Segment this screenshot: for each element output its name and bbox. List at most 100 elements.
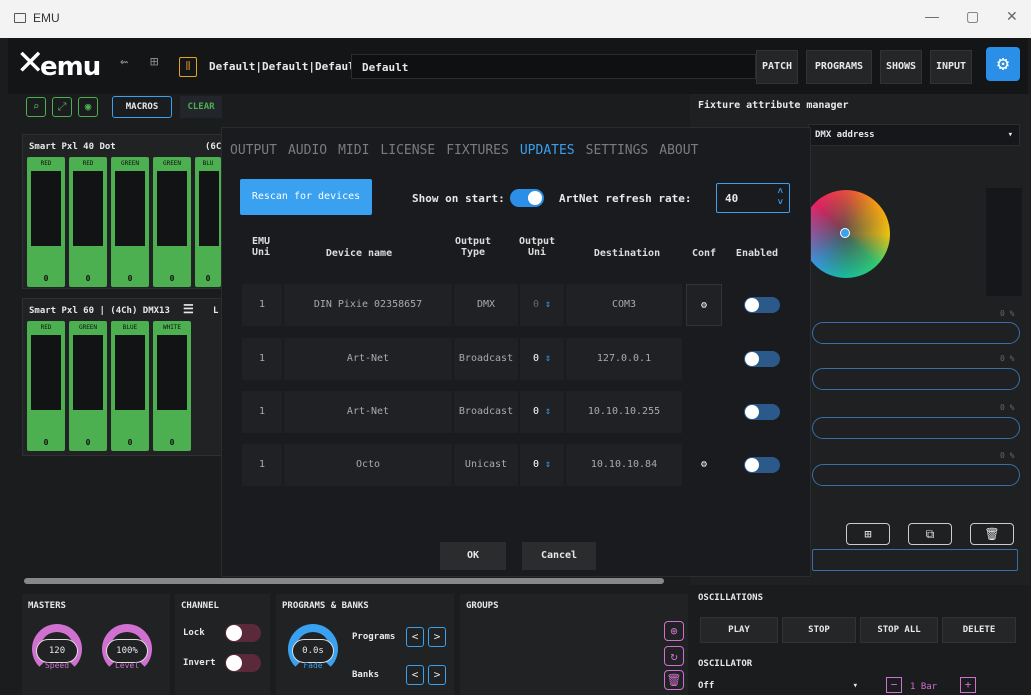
settings-dialog: OUTPUT AUDIO MIDI LICENSE FIXTURES UPDATES SET… [221, 127, 811, 577]
tab-audio[interactable]: AUDIO [288, 143, 327, 158]
trash-icon[interactable]: 🗑 [970, 523, 1014, 545]
fixture-card[interactable]: Smart Pxl 60 | (4Ch) DMX13 ☰ L RED 0 GREE… [22, 298, 232, 456]
add-group-icon[interactable]: ⊕ [664, 621, 684, 641]
enabled-toggle[interactable] [744, 297, 780, 313]
groups-panel: GROUPS [460, 594, 688, 695]
menu-icon[interactable]: ☰ [183, 302, 194, 316]
tab-settings[interactable]: SETTINGS [586, 143, 649, 158]
conf-gear-icon[interactable]: ⚙ [686, 284, 722, 326]
enabled-toggle[interactable] [744, 457, 780, 473]
usb-icon[interactable]: ⇜ [120, 54, 128, 70]
name-field[interactable] [812, 549, 1018, 571]
tab-license[interactable]: LICENSE [380, 143, 435, 158]
output-uni-input[interactable]: 0 ⇕ [520, 338, 564, 380]
clear-button[interactable]: CLEAR [180, 96, 222, 118]
groups-title: GROUPS [466, 601, 499, 611]
channel-fader[interactable]: RED 0 [27, 321, 65, 451]
programs-button[interactable]: PROGRAMS [806, 50, 872, 84]
col-output-type: Output Type [454, 236, 492, 258]
programs-next-button[interactable]: > [428, 627, 446, 647]
conf-gear-icon[interactable]: ⚙ [686, 444, 722, 486]
maximize-button[interactable]: ▢ [966, 8, 979, 25]
output-uni-input[interactable]: 0 ⇕ [520, 444, 564, 486]
tab-about[interactable]: ABOUT [659, 143, 698, 158]
show-on-start-toggle[interactable] [510, 189, 544, 207]
col-emu-uni: EMU Uni [251, 236, 271, 258]
channel-panel: CHANNEL Lock Invert [175, 594, 270, 695]
minimize-button[interactable]: — [925, 8, 939, 24]
horizontal-scrollbar[interactable] [24, 578, 664, 584]
settings-gear-icon[interactable]: ⚙ [986, 47, 1020, 81]
channel-fader[interactable]: RED 0 [27, 157, 65, 287]
intensity-slider[interactable] [986, 188, 1022, 296]
lock-toggle[interactable] [225, 624, 261, 642]
table-row: 1 Art-Net Broadcast 0 ⇕ 127.0.0.1 [242, 338, 792, 380]
enabled-toggle[interactable] [744, 404, 780, 420]
eye-icon[interactable]: ◉ [78, 97, 98, 117]
tab-updates[interactable]: UPDATES [520, 143, 575, 158]
decrease-bar-button[interactable]: − [886, 677, 902, 693]
play-button[interactable]: PLAY [700, 617, 778, 643]
rescan-button[interactable]: Rescan for devices [240, 179, 372, 215]
banks-next-button[interactable]: > [428, 665, 446, 685]
fixture-title: Smart Pxl 40 Dot [29, 142, 116, 152]
fit-icon[interactable]: ⤢ [52, 97, 72, 117]
ok-button[interactable]: OK [440, 542, 506, 570]
invert-toggle[interactable] [225, 654, 261, 672]
attribute-percent: 0 % [1000, 309, 1015, 318]
sliders-icon[interactable]: ⫼ [179, 57, 197, 77]
channel-fader[interactable]: BLU 0 [195, 157, 221, 287]
output-uni-input[interactable]: 0 ⇕ [520, 391, 564, 433]
delete-group-icon[interactable]: 🗑 [664, 670, 684, 690]
dmx-select[interactable]: DMX address ▾ [808, 124, 1020, 146]
delete-button[interactable]: DELETE [942, 617, 1016, 643]
oscillations-title: OSCILLATIONS [698, 593, 764, 603]
tab-output[interactable]: OUTPUT [230, 143, 277, 158]
speed-knob[interactable]: 120 Speed [32, 624, 82, 674]
programs-title: PROGRAMS & BANKS [282, 601, 369, 611]
patch-button[interactable]: PATCH [756, 50, 798, 84]
oscillator-title: OSCILLATOR [698, 659, 753, 669]
color-wheel[interactable] [802, 190, 890, 278]
attribute-percent: 0 % [1000, 451, 1015, 460]
level-knob[interactable]: 100% Level [102, 624, 152, 674]
fade-knob[interactable]: 0.0s Fade [288, 624, 338, 674]
config-name-input[interactable]: Default [351, 54, 756, 79]
channel-fader[interactable]: GREEN 0 [69, 321, 107, 451]
shows-button[interactable]: SHOWS [880, 50, 922, 84]
refresh-group-icon[interactable]: ↻ [664, 646, 684, 666]
col-output-uni: Output Uni [518, 236, 556, 258]
col-destination: Destination [593, 248, 661, 259]
zoom-icon[interactable]: ⌕ [26, 97, 46, 117]
stop-button[interactable]: STOP [782, 617, 856, 643]
network-icon[interactable]: ⊞ [150, 54, 158, 70]
channel-fader[interactable]: RED 0 [69, 157, 107, 287]
copy-icon[interactable]: ⧉ [908, 523, 952, 545]
output-uni-input[interactable]: 0 ⇕ [520, 284, 564, 326]
cancel-button[interactable]: Cancel [522, 542, 596, 570]
close-button[interactable]: ✕ [1006, 8, 1018, 25]
channel-fader[interactable]: GREEN 0 [111, 157, 149, 287]
artnet-rate-input[interactable]: 40 ˄ ˅ [716, 183, 790, 213]
banks-prev-button[interactable]: < [406, 665, 424, 685]
add-icon[interactable]: ⊞ [846, 523, 890, 545]
lock-label: Lock [183, 628, 205, 638]
channel-fader[interactable]: GREEN 0 [153, 157, 191, 287]
macros-button[interactable]: MACROS [112, 96, 172, 118]
input-button[interactable]: INPUT [930, 50, 972, 84]
attribute-field[interactable] [812, 464, 1020, 486]
increase-bar-button[interactable]: + [960, 677, 976, 693]
tab-fixtures[interactable]: FIXTURES [446, 143, 509, 158]
programs-prev-button[interactable]: < [406, 627, 424, 647]
oscillator-select[interactable]: Off ▾ [698, 681, 858, 691]
tab-midi[interactable]: MIDI [338, 143, 369, 158]
fixture-card[interactable]: Smart Pxl 40 Dot (6C RED 0 RED 0 GREEN 0 GR… [22, 134, 232, 289]
channel-fader[interactable]: WHITE 0 [153, 321, 191, 451]
attribute-field[interactable] [812, 322, 1020, 344]
enabled-toggle[interactable] [744, 351, 780, 367]
attribute-field[interactable] [812, 368, 1020, 390]
attribute-field[interactable] [812, 417, 1020, 439]
channel-fader[interactable]: BLUE 0 [111, 321, 149, 451]
attribute-percent: 0 % [1000, 403, 1015, 412]
stop-all-button[interactable]: STOP ALL [860, 617, 938, 643]
